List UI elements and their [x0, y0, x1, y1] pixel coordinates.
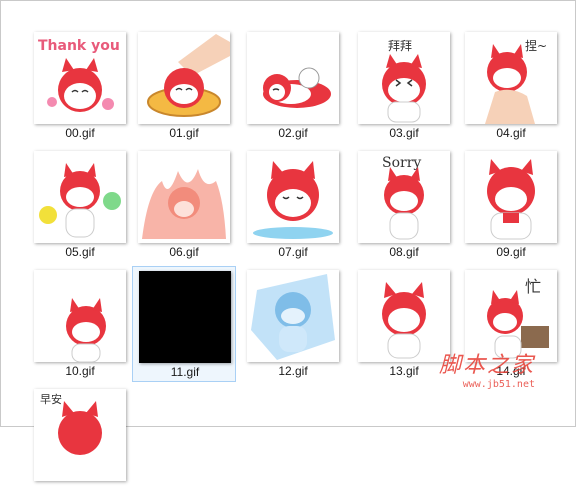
thumbnail-13 — [358, 270, 450, 362]
file-name-06: 06.gif — [169, 245, 199, 259]
sticker-caption-04: 捏~ — [525, 38, 547, 53]
file-name-10: 10.gif — [65, 364, 95, 378]
file-name-08: 08.gif — [389, 245, 419, 259]
file-name-00: 00.gif — [65, 126, 95, 140]
file-name-02: 02.gif — [278, 126, 308, 140]
file-name-09: 09.gif — [496, 245, 526, 259]
file-tile-02[interactable]: 02.gif — [241, 28, 345, 144]
file-tile-00[interactable]: Thank you 00.gif — [28, 28, 132, 144]
file-name-03: 03.gif — [389, 126, 419, 140]
file-name-11: 11.gif — [170, 365, 200, 379]
thumbnail-03: 拜拜 — [358, 32, 450, 124]
file-tile-05[interactable]: 05.gif — [28, 147, 132, 263]
thumbnail-grid: Thank you 00.gif 01.gif 02.gif 拜拜 03.gif… — [1, 1, 576, 481]
file-tile-09[interactable]: 09.gif — [459, 147, 563, 263]
file-name-14: 14.gif — [496, 364, 526, 378]
thumbnail-10 — [34, 270, 126, 362]
file-tile-11[interactable]: 11.gif — [132, 266, 236, 382]
thumbnail-14: 忙 — [465, 270, 557, 362]
sticker-caption-08: Sorry — [382, 155, 421, 171]
file-tile-10[interactable]: 10.gif — [28, 266, 132, 382]
thumbnail-15: 早安 — [34, 389, 126, 481]
sticker-caption-15: 早安 — [40, 392, 62, 406]
file-name-07: 07.gif — [278, 245, 308, 259]
file-explorer-window: Thank you 00.gif 01.gif 02.gif 拜拜 03.gif… — [0, 0, 576, 481]
file-tile-07[interactable]: 07.gif — [241, 147, 345, 263]
thumbnail-04: 捏~ — [465, 32, 557, 124]
thumbnail-01 — [138, 32, 230, 124]
sticker-caption-03: 拜拜 — [388, 39, 412, 53]
file-tile-13[interactable]: 13.gif — [352, 266, 456, 382]
file-tile-03[interactable]: 拜拜 03.gif — [352, 28, 456, 144]
file-name-05: 05.gif — [65, 245, 95, 259]
file-name-12: 12.gif — [278, 364, 308, 378]
file-name-04: 04.gif — [496, 126, 526, 140]
file-tile-06[interactable]: 06.gif — [132, 147, 236, 263]
file-tile-15[interactable]: 早安 — [28, 385, 132, 501]
thumbnail-06 — [138, 151, 230, 243]
thumbnail-00: Thank you — [34, 32, 126, 124]
thumbnail-05 — [34, 151, 126, 243]
thumbnail-12 — [247, 270, 339, 362]
thumbnail-11 — [139, 271, 231, 363]
thumbnail-02 — [247, 32, 339, 124]
file-tile-12[interactable]: 12.gif — [241, 266, 345, 382]
file-name-13: 13.gif — [389, 364, 419, 378]
file-tile-14[interactable]: 忙 14.gif — [459, 266, 563, 382]
file-tile-01[interactable]: 01.gif — [132, 28, 236, 144]
thumbnail-07 — [247, 151, 339, 243]
thumbnail-09 — [465, 151, 557, 243]
file-tile-08[interactable]: Sorry 08.gif — [352, 147, 456, 263]
file-tile-04[interactable]: 捏~ 04.gif — [459, 28, 563, 144]
thumbnail-08: Sorry — [358, 151, 450, 243]
file-name-01: 01.gif — [169, 126, 199, 140]
sticker-caption-14: 忙 — [525, 277, 541, 296]
sticker-caption-00: Thank you — [38, 38, 120, 54]
